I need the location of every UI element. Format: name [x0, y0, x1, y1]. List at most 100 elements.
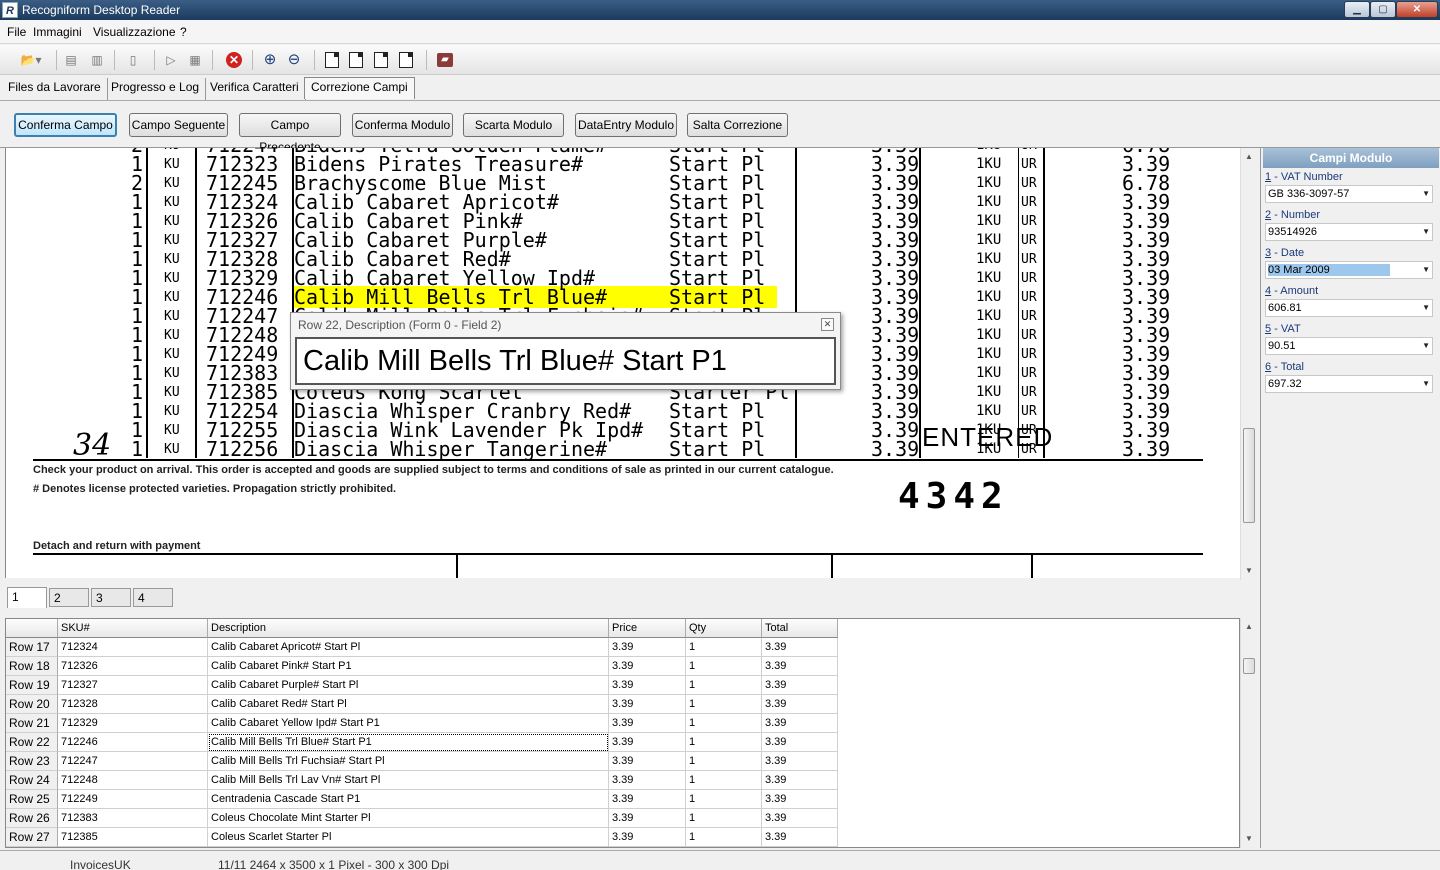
grid-cell-total[interactable]: 3.39	[762, 638, 838, 657]
field-value-input[interactable]: 93514926 ▼	[1265, 223, 1433, 241]
grid-cell-qty[interactable]: 1	[686, 771, 762, 790]
menu-help[interactable]: ?	[180, 25, 187, 39]
campo-seguente-button[interactable]: Campo Seguente	[129, 113, 228, 137]
dropdown-arrow-icon[interactable]: ▼	[1422, 376, 1430, 392]
grid-cell-desc[interactable]: Calib Cabaret Pink# Start P1	[208, 657, 609, 676]
open-folder-icon[interactable]: 📂▾	[16, 51, 46, 69]
grid-scrollbar[interactable]: ▲ ▼	[1240, 618, 1257, 848]
grid-cell-price[interactable]: 3.39	[609, 695, 686, 714]
minimize-button[interactable]: ▁	[1344, 1, 1370, 18]
page-view-1-icon[interactable]	[325, 52, 339, 68]
zoom-in-icon[interactable]: ⊕	[261, 51, 279, 69]
grid-cell-total[interactable]: 3.39	[762, 809, 838, 828]
grid-cell-sku[interactable]: 712248	[58, 771, 208, 790]
grid-cell-qty[interactable]: 1	[686, 809, 762, 828]
row-header[interactable]: Row 20	[6, 695, 58, 714]
conferma-modulo-button[interactable]: Conferma Modulo	[352, 113, 453, 137]
grid-cell-total[interactable]: 3.39	[762, 657, 838, 676]
page-tab-2[interactable]: 2	[49, 588, 89, 607]
grid-cell-qty[interactable]: 1	[686, 714, 762, 733]
save-icon[interactable]: ▤	[62, 51, 80, 69]
field-value-input[interactable]: 03 Mar 2009 ▼	[1265, 261, 1433, 279]
grid-cell-price[interactable]: 3.39	[609, 676, 686, 695]
menu-immagini[interactable]: Immagini	[33, 25, 82, 39]
grid-cell-price[interactable]: 3.39	[609, 828, 686, 847]
field-value-input[interactable]: GB 336-3097-57 ▼	[1265, 185, 1433, 203]
page-tab-4[interactable]: 4	[133, 588, 173, 607]
grid-cell-price[interactable]: 3.39	[609, 714, 686, 733]
grid-cell-desc[interactable]: Calib Cabaret Yellow Ipd# Start P1	[208, 714, 609, 733]
dataentry-modulo-button[interactable]: DataEntry Modulo	[575, 113, 677, 137]
popup-value-field[interactable]: Calib Mill Bells Trl Blue# Start P1	[295, 337, 836, 385]
popup-close-icon[interactable]: ✕	[821, 318, 834, 331]
grid-cell-desc[interactable]: Centradenia Cascade Start P1	[208, 790, 609, 809]
row-header[interactable]: Row 26	[6, 809, 58, 828]
page-tab-3[interactable]: 3	[91, 588, 131, 607]
grid-cell-price[interactable]: 3.39	[609, 771, 686, 790]
scroll-down-icon[interactable]: ▼	[1241, 832, 1257, 846]
data-grid[interactable]: SKU# Description Price Qty Total Row 17 712324…	[5, 618, 1240, 848]
page-tab-1[interactable]: 1	[7, 587, 47, 608]
scarta-modulo-button[interactable]: Scarta Modulo	[463, 113, 564, 137]
field-value-input[interactable]: 697.32 ▼	[1265, 375, 1433, 393]
scroll-thumb[interactable]	[1243, 428, 1255, 523]
row-header[interactable]: Row 21	[6, 714, 58, 733]
grid-cell-total[interactable]: 3.39	[762, 714, 838, 733]
book-icon[interactable]: ▰	[437, 53, 453, 67]
dropdown-arrow-icon[interactable]: ▼	[1422, 338, 1430, 354]
grid-cell-sku[interactable]: 712327	[58, 676, 208, 695]
tab-correzione-campi[interactable]: Correzione Campi	[304, 77, 415, 99]
copy-icon[interactable]: ▥	[88, 51, 106, 69]
page-view-4-icon[interactable]	[399, 52, 413, 68]
column-header[interactable]: Price	[609, 619, 686, 638]
grid-cell-price[interactable]: 3.39	[609, 790, 686, 809]
scroll-up-icon[interactable]: ▲	[1241, 150, 1257, 164]
tab-verifica-caratteri[interactable]: Verifica Caratteri	[204, 78, 306, 100]
grid-cell-qty[interactable]: 1	[686, 790, 762, 809]
salta-correzione-button[interactable]: Salta Correzione	[687, 113, 788, 137]
maximize-button[interactable]: ▢	[1370, 1, 1396, 18]
grid-cell-qty[interactable]: 1	[686, 828, 762, 847]
row-header[interactable]: Row 25	[6, 790, 58, 809]
tab-progresso-e-log[interactable]: Progresso e Log	[105, 78, 207, 100]
grid-cell-total[interactable]: 3.39	[762, 752, 838, 771]
column-header[interactable]: SKU#	[58, 619, 208, 638]
grid-cell-desc[interactable]: Coleus Chocolate Mint Starter Pl	[208, 809, 609, 828]
grid-cell-sku[interactable]: 712247	[58, 752, 208, 771]
grid-cell-price[interactable]: 3.39	[609, 638, 686, 657]
grid-cell-qty[interactable]: 1	[686, 733, 762, 752]
grid-cell-desc[interactable]: Calib Mill Bells Trl Lav Vn# Start Pl	[208, 771, 609, 790]
dropdown-arrow-icon[interactable]: ▼	[1422, 262, 1430, 278]
grid-cell-sku[interactable]: 712383	[58, 809, 208, 828]
row-header[interactable]: Row 17	[6, 638, 58, 657]
grid-cell-sku[interactable]: 712249	[58, 790, 208, 809]
tab-files-da-lavorare[interactable]: Files da Lavorare	[2, 78, 108, 100]
row-header[interactable]: Row 19	[6, 676, 58, 695]
grid-cell-desc[interactable]: Calib Cabaret Red# Start Pl	[208, 695, 609, 714]
grid-cell-sku[interactable]: 712329	[58, 714, 208, 733]
grid-cell-desc[interactable]: Calib Mill Bells Trl Fuchsia# Start Pl	[208, 752, 609, 771]
grid-cell-price[interactable]: 3.39	[609, 657, 686, 676]
menu-file[interactable]: File	[7, 25, 26, 39]
page-next-icon[interactable]: ▷	[162, 51, 180, 69]
grid-cell-sku[interactable]: 712326	[58, 657, 208, 676]
field-value-input[interactable]: 606.81 ▼	[1265, 299, 1433, 317]
grid-cell-total[interactable]: 3.39	[762, 733, 838, 752]
grid-cell-sku[interactable]: 712385	[58, 828, 208, 847]
menu-visualizzazione[interactable]: Visualizzazione	[93, 25, 176, 39]
column-header[interactable]: Description	[208, 619, 609, 638]
grid-cell-qty[interactable]: 1	[686, 657, 762, 676]
dropdown-arrow-icon[interactable]: ▼	[1422, 300, 1430, 316]
row-header[interactable]: Row 18	[6, 657, 58, 676]
field-value-input[interactable]: 90.51 ▼	[1265, 337, 1433, 355]
dropdown-arrow-icon[interactable]: ▼	[1422, 186, 1430, 202]
dropdown-arrow-icon[interactable]: ▼	[1422, 224, 1430, 240]
grid-cell-qty[interactable]: 1	[686, 752, 762, 771]
column-header[interactable]: Total	[762, 619, 838, 638]
grid-cell-price[interactable]: 3.39	[609, 809, 686, 828]
grid-cell-qty[interactable]: 1	[686, 695, 762, 714]
grid-cell-qty[interactable]: 1	[686, 638, 762, 657]
row-header[interactable]: Row 27	[6, 828, 58, 847]
conferma-campo-button[interactable]: Conferma Campo	[14, 113, 117, 137]
stop-icon[interactable]: ✕	[226, 52, 242, 68]
